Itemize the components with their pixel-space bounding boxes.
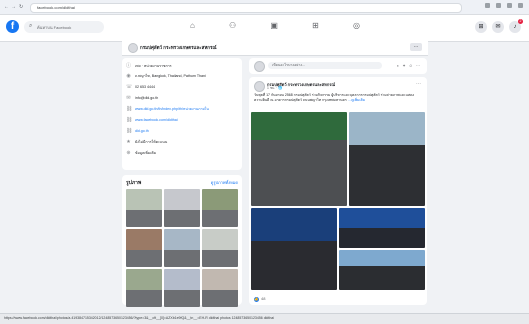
post-body: วันพุธที่ 17 กันยายน 2568 กรมปศุสัตว์ ร่… <box>254 93 415 102</box>
intro-item: ⓘ เพจ · หน่วยงานราชการ <box>126 62 172 69</box>
video-icon[interactable]: ▣ <box>270 21 278 30</box>
intro-item-text: ข้อมูลเพิ่มเติม <box>135 151 157 155</box>
photo-thumbnail[interactable] <box>126 269 162 307</box>
phone-icon: ☏ <box>126 84 133 90</box>
back-icon[interactable]: ← <box>4 4 9 10</box>
browser-status-bar: https://www.facebook.com/dldthai/photos/… <box>0 313 529 324</box>
browser-chrome: ← → ↻ facebook.com/dldthai <box>0 0 529 15</box>
status-url: https://www.facebook.com/dldthai/photos/… <box>4 316 275 320</box>
see-all-photos-link[interactable]: ดูรูปภาพทั้งหมด <box>211 179 238 186</box>
notification-badge: 2 <box>518 19 523 24</box>
page-title[interactable]: กรมปศุสัตว์ กระทรวงเกษตรและสหกรณ์ <box>140 44 217 51</box>
composer-input[interactable]: เขียนอะไรบางอย่าง... <box>268 62 382 69</box>
intro-item-text[interactable]: www.dld.go.th/th/index.php/th/หน่วยงานภา… <box>135 106 209 112</box>
photos-title: รูปภาพ <box>126 180 142 186</box>
photo-thumbnail[interactable] <box>126 189 162 227</box>
photo-thumbnail[interactable] <box>126 229 162 267</box>
photo-thumbnail[interactable] <box>164 229 200 267</box>
intro-item: ✉ info@dld.go.th <box>126 95 158 101</box>
notifications-icon[interactable]: ♪ 2 <box>509 19 523 33</box>
url-text: facebook.com/dldthai <box>37 5 75 10</box>
address-bar[interactable]: facebook.com/dldthai <box>30 3 462 13</box>
messenger-icon[interactable]: ✉ <box>492 21 504 33</box>
post-composer: เขียนอะไรบางอย่าง... ◐ ✦ ☺ ⋯ <box>249 58 427 74</box>
page-avatar[interactable] <box>128 43 138 53</box>
post-photo[interactable] <box>251 208 337 290</box>
intro-item-text: ยังไม่มีการให้คะแนน <box>135 140 168 144</box>
intro-item[interactable]: ⛓ www.facebook.com/dldthai <box>126 117 178 123</box>
search-icon: ⌕ <box>29 23 33 29</box>
link-icon: ⛓ <box>126 106 133 112</box>
intro-item: ◉ ถ.พญาไท, Bangkok, Thailand, Pathum Than… <box>126 73 206 79</box>
bookmark-icon[interactable] <box>496 3 501 8</box>
gaming-icon[interactable]: ◎ <box>353 21 360 30</box>
link-icon: ⛓ <box>126 117 133 123</box>
intro-item-text: เพจ · หน่วยงานราชการ <box>135 63 172 68</box>
account-controls: ⊞ ✉ ♪ 2 <box>475 19 523 33</box>
intro-item: ☏ 02 653 4444 <box>126 84 155 90</box>
friends-icon[interactable]: ⚇ <box>229 21 236 30</box>
extension-icon[interactable] <box>485 3 490 8</box>
post-avatar[interactable] <box>254 81 265 92</box>
browser-toolbar <box>485 3 523 8</box>
post-options-icon[interactable]: ⋯ <box>416 81 421 87</box>
menu-icon[interactable] <box>518 3 523 8</box>
info-icon: ⓘ <box>126 63 132 69</box>
photo-thumbnail[interactable] <box>164 269 200 307</box>
facebook-top-bar: f ⌕ ค้นหาบน Facebook ⌂ ⚇ ▣ ⊞ ◎ ⊞ ✉ ♪ 2 <box>0 15 529 42</box>
photos-card: รูปภาพ ดูรูปภาพทั้งหมด <box>122 175 242 307</box>
home-icon[interactable]: ⌂ <box>190 21 195 30</box>
photo-thumbnail[interactable] <box>164 189 200 227</box>
location-icon: ◉ <box>126 73 131 79</box>
profile-icon[interactable] <box>507 3 512 8</box>
like-icon: 👍 <box>254 297 259 302</box>
post-photo[interactable] <box>349 112 425 206</box>
main-nav: ⌂ ⚇ ▣ ⊞ ◎ <box>190 21 360 30</box>
intro-item[interactable]: ⛓ dld.go.th <box>126 128 149 134</box>
composer-tools[interactable]: ◐ ✦ ☺ ⋯ <box>397 63 421 68</box>
intro-item[interactable]: ⛓ www.dld.go.th/th/index.php/th/หน่วยงานภ… <box>126 106 209 112</box>
reactions[interactable]: 👍 48 <box>254 296 265 302</box>
intro-item-text[interactable]: dld.go.th <box>135 129 149 133</box>
photo-thumbnail[interactable] <box>202 189 238 227</box>
more-button[interactable]: … <box>410 43 422 51</box>
composer-avatar <box>254 61 265 72</box>
post-photo[interactable] <box>339 250 425 290</box>
post-photo[interactable] <box>339 208 425 248</box>
intro-item: ⊕ ข้อมูลเพิ่มเติม <box>126 150 156 156</box>
intro-item-text: info@dld.go.th <box>135 96 159 100</box>
reaction-count: 48 <box>261 296 266 301</box>
menu-grid-icon[interactable]: ⊞ <box>475 21 487 33</box>
photo-thumbnail[interactable] <box>202 229 238 267</box>
email-icon: ✉ <box>126 95 131 101</box>
reload-icon[interactable]: ↻ <box>19 4 23 10</box>
forward-icon[interactable]: → <box>11 4 16 10</box>
feed-post: กรมปศุสัตว์ กระทรวงเกษตรและสหกรณ์ 1 ชม. … <box>249 77 427 305</box>
intro-item-text: ถ.พญาไท, Bangkok, Thailand, Pathum Thani <box>135 74 206 78</box>
rating-icon: ★ <box>126 139 131 145</box>
search-box[interactable]: ⌕ ค้นหาบน Facebook <box>24 21 104 33</box>
page-header: กรมปศุสัตว์ กระทรวงเกษตรและสหกรณ์ … <box>122 41 428 56</box>
photo-grid <box>126 189 238 307</box>
intro-item: ★ ยังไม่มีการให้คะแนน <box>126 139 167 145</box>
link-icon: ⛓ <box>126 128 133 134</box>
post-text: วันพุธที่ 17 กันยายน 2568 กรมปศุสัตว์ ร่… <box>254 93 422 103</box>
intro-item-text[interactable]: www.facebook.com/dldthai <box>135 118 178 122</box>
post-photo-collage <box>251 112 425 290</box>
see-more-link[interactable]: …ดูเพิ่มเติม <box>348 98 365 102</box>
facebook-logo-icon[interactable]: f <box>6 20 19 33</box>
search-placeholder: ค้นหาบน Facebook <box>37 25 72 30</box>
intro-card: ⓘ เพจ · หน่วยงานราชการ ◉ ถ.พญาไท, Bangkok, … <box>122 58 242 170</box>
post-timestamp[interactable]: 1 ชม. · 🌐 <box>267 86 283 91</box>
photo-thumbnail[interactable] <box>202 269 238 307</box>
post-photo[interactable] <box>251 112 347 206</box>
marketplace-icon[interactable]: ⊞ <box>312 21 319 30</box>
globe-icon: ⊕ <box>126 150 131 156</box>
intro-item-text: 02 653 4444 <box>135 85 155 89</box>
